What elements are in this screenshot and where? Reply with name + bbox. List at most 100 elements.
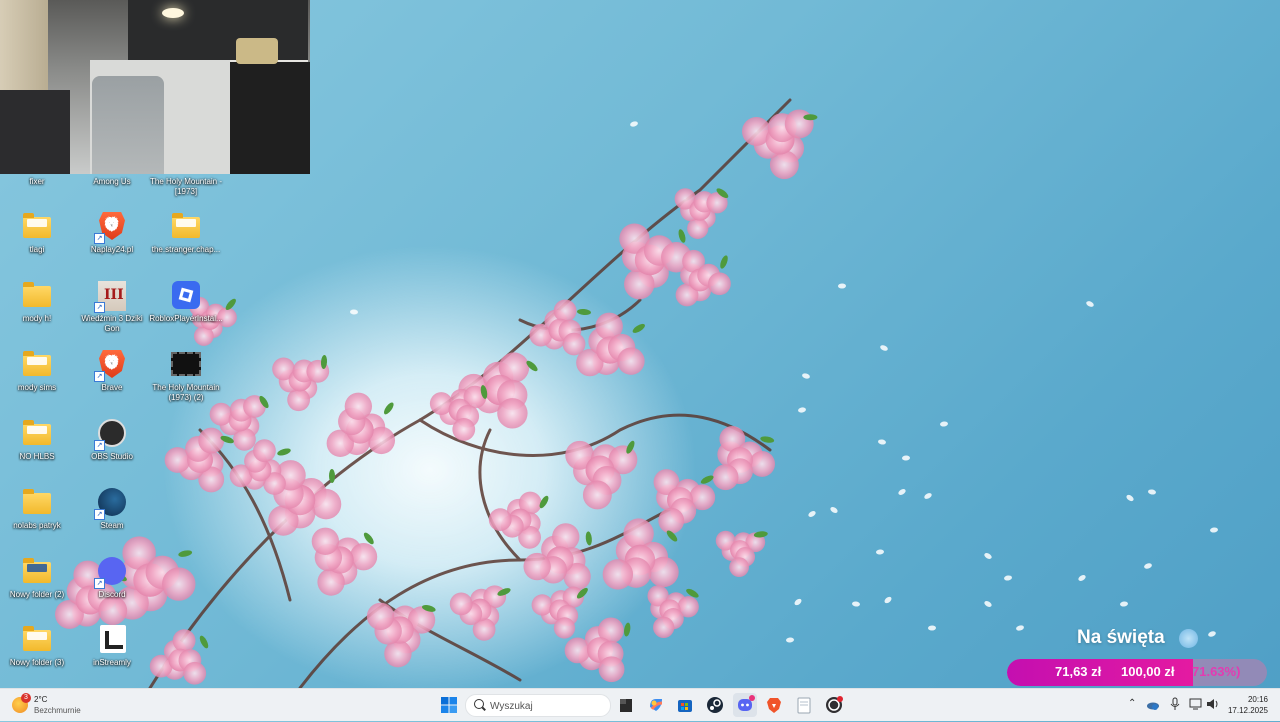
blossom-cluster [617, 347, 645, 375]
desktop-icon-label: RobloxPlayerInstal... [149, 314, 223, 323]
falling-petal [880, 345, 888, 351]
desktop-icon-mody-sims[interactable]: mody sims [0, 348, 74, 393]
onedrive-icon[interactable] [1146, 697, 1160, 711]
folder-icon [21, 279, 53, 311]
webcam-window [128, 0, 308, 65]
blossom-cluster [552, 523, 580, 551]
chevron-up-icon[interactable]: ⌃ [1128, 698, 1136, 709]
taskbar-app-store[interactable] [673, 693, 697, 717]
leaf [199, 635, 209, 649]
taskbar: 3 2°C Bezchmurnie ⌃ 20:16 [0, 688, 1280, 721]
desktop-icon-obs-studio[interactable]: ↗ OBS Studio [75, 417, 149, 462]
blossom-cluster [562, 332, 586, 356]
taskbar-app-brave[interactable] [762, 693, 786, 717]
blossom-cluster [708, 272, 731, 296]
folder-icon [21, 142, 53, 174]
blossom-cluster [523, 552, 551, 581]
start-button[interactable] [437, 693, 461, 717]
falling-petal [940, 421, 948, 427]
desktop-icon-fixer[interactable]: fixer [0, 142, 74, 187]
volume-icon[interactable] [1206, 697, 1220, 711]
blossom-cluster [366, 602, 395, 631]
falling-petal [924, 493, 932, 499]
webcam-lamp [162, 8, 184, 18]
falling-petal [798, 407, 806, 413]
leaf [700, 475, 714, 484]
leaf [632, 323, 645, 333]
desktop-icon-brave[interactable]: ↗ Brave [75, 348, 149, 393]
windows-logo-icon [441, 697, 457, 713]
desktop-icon-the-stranger[interactable]: the.stranger.chap... [149, 210, 223, 255]
search-input[interactable] [488, 698, 602, 714]
taskbar-app-notepad[interactable] [792, 693, 816, 717]
falling-petal [852, 601, 860, 607]
leaf [678, 229, 686, 243]
falling-petal [1004, 575, 1012, 581]
blossom-cluster [98, 596, 128, 626]
falling-petal [884, 596, 892, 604]
desktop-icon-wiedzmin[interactable]: ↗ Wiedźmin 3 Dziki Gon [75, 279, 149, 334]
falling-petal [802, 373, 810, 379]
brave-shortcut-icon: ↗ [94, 210, 128, 244]
desktop-icon-among-us[interactable]: Among Us [75, 142, 149, 187]
blossom-cluster [452, 418, 476, 441]
microphone-icon[interactable] [1169, 697, 1181, 711]
blossom-cluster [162, 567, 196, 601]
desktop-icon-steam[interactable]: ↗ Steam [75, 486, 149, 531]
blossom-cluster [602, 559, 634, 590]
blossom-cluster [449, 592, 473, 616]
desktop-icon-label: fixer [29, 177, 45, 186]
desktop-icon-roblox-installer[interactable]: RobloxPlayerInstal... [149, 279, 223, 324]
falling-petal [830, 506, 838, 514]
leaf [178, 550, 193, 557]
blossom-cluster [488, 508, 512, 532]
desktop-icon-mody-h[interactable]: mody h! [0, 279, 74, 324]
desktop-icon-label: Nowy folder (3) [9, 658, 65, 667]
taskbar-app-steam[interactable] [703, 693, 727, 717]
falling-petal [876, 549, 884, 555]
blossom-cluster [784, 109, 814, 139]
folder-icon [21, 348, 53, 380]
blossom-cluster [253, 439, 276, 463]
desktop-icon-nowy-folder-3[interactable]: Nowy folder (3) [0, 623, 74, 668]
taskbar-app-file-explorer[interactable] [614, 693, 638, 717]
taskbar-clock[interactable]: 20:16 17.12.2025 [1226, 694, 1268, 716]
blossom-cluster [553, 299, 577, 323]
display-icon[interactable] [1189, 697, 1203, 711]
file-explorer-icon [620, 699, 632, 712]
brave-icon [767, 698, 781, 713]
taskbar-app-copilot[interactable] [644, 693, 668, 717]
clock-time: 20:16 [1247, 695, 1268, 704]
clock-date: 17.12.2025 [1227, 706, 1268, 715]
among-us-icon [96, 142, 128, 174]
desktop-icon-label: tlagi [29, 245, 45, 254]
folder-icon [170, 210, 202, 242]
desktop-icon-label: NO HLBS [19, 452, 55, 461]
folder-icon [21, 555, 53, 587]
blossom-cluster [598, 656, 625, 683]
desktop-icon-naplay[interactable]: ↗ Naplay24.pl [75, 210, 149, 255]
desktop-icon-instreamly[interactable]: inStreamly [75, 623, 149, 668]
blossom-cluster [582, 480, 612, 510]
taskbar-search[interactable] [465, 694, 611, 717]
desktop-icon-nolabs-patryk[interactable]: nolabs patryk [0, 486, 74, 531]
falling-petal [1144, 563, 1152, 569]
desktop-icon-holy-mountain[interactable]: The Holy Mountain - [1973] [149, 142, 223, 197]
falling-petal [786, 637, 794, 643]
desktop-icon-label: nolabs patryk [13, 521, 61, 530]
folder-icon [21, 417, 53, 449]
desktop-icon-tlagi[interactable]: tlagi [0, 210, 74, 255]
desktop-icon-no-hlbs[interactable]: NO HLBS [0, 417, 74, 462]
falling-petal [1148, 489, 1156, 495]
taskbar-app-obs[interactable] [822, 693, 846, 717]
desktop-icon-holy-mountain-2[interactable]: The Holy Mountain (1973) (2) [149, 348, 223, 403]
blossom-cluster [712, 464, 739, 491]
desktop-icon-discord[interactable]: ↗ Discord [75, 555, 149, 600]
video-file-icon [170, 142, 202, 174]
taskbar-app-discord[interactable] [733, 693, 757, 717]
desktop-icon-label: The Holy Mountain (1973) (2) [152, 383, 220, 402]
weather-condition: Bezchmurnie [34, 706, 81, 715]
leaf [624, 622, 631, 637]
desktop-icon-nowy-folder-2[interactable]: Nowy folder (2) [0, 555, 74, 600]
steam-icon: ↗ [94, 486, 128, 520]
